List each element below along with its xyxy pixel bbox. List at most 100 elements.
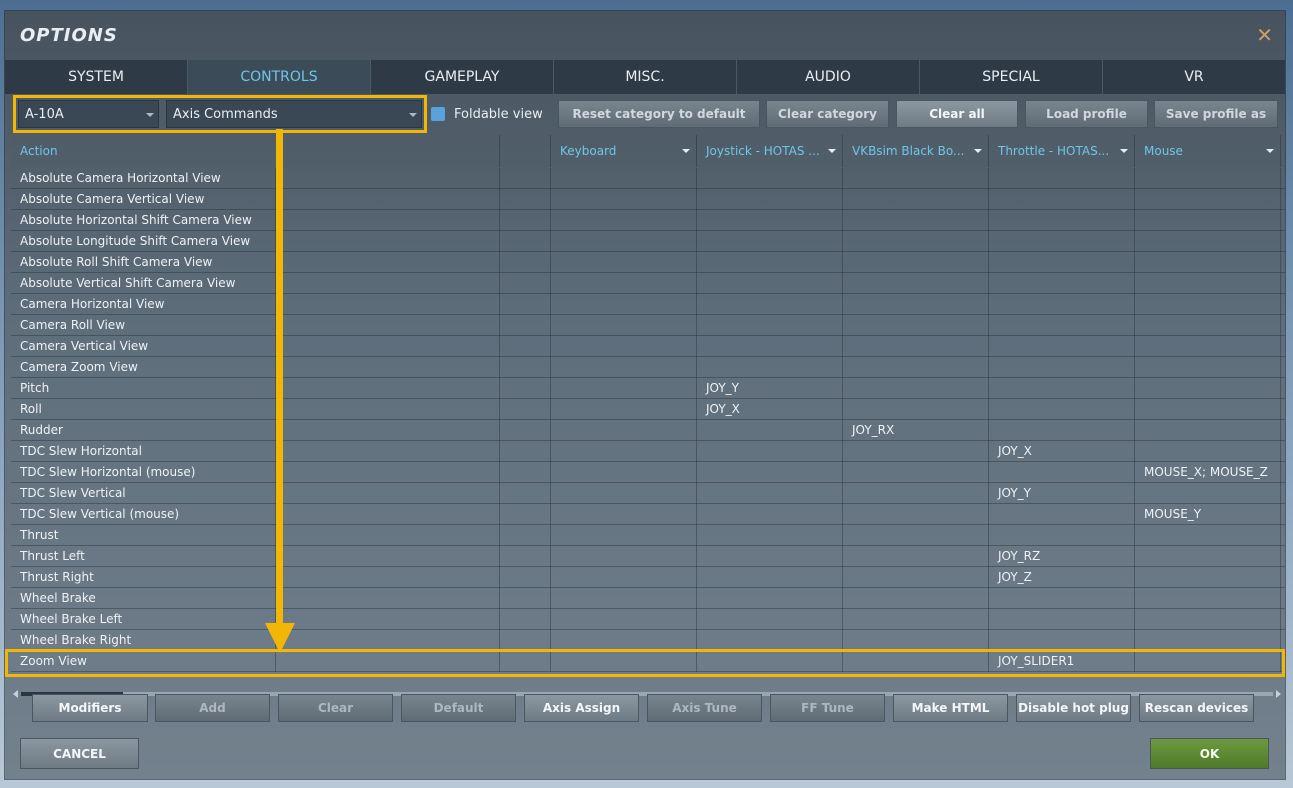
cell-mouse[interactable] [1135,441,1281,462]
cell-vkbsim[interactable] [843,252,989,273]
cell-throttle[interactable] [989,378,1135,399]
cell-joystick[interactable] [697,231,843,252]
cell-mouse[interactable] [1135,588,1281,609]
cell-blank[interactable] [500,378,551,399]
cell-keyboard[interactable] [551,567,697,588]
table-row[interactable]: Thrust [11,525,1285,546]
cell-blank[interactable] [500,462,551,483]
table-row[interactable]: TDC Slew Vertical JOY_Y [11,483,1285,504]
cell-blank[interactable] [500,336,551,357]
reset-category-button[interactable]: Reset category to default [558,100,760,128]
cell-action[interactable]: Absolute Horizontal Shift Camera View [11,210,276,231]
cell-vkbsim[interactable] [843,441,989,462]
cell-mouse[interactable] [1135,168,1281,189]
aircraft-select[interactable]: A-10A [18,100,159,128]
cell-keyboard[interactable] [551,525,697,546]
table-row[interactable]: Thrust Left JOY_RZ [11,546,1285,567]
cell-vkbsim[interactable] [843,168,989,189]
cell-blank[interactable] [500,231,551,252]
table-row[interactable]: Roll JOY_X [11,399,1285,420]
cell-mouse[interactable] [1135,399,1281,420]
table-row[interactable]: Absolute Roll Shift Camera View [11,252,1285,273]
cell-action[interactable]: Wheel Brake Left [11,609,276,630]
cell-action-spacer[interactable] [276,546,500,567]
cell-vkbsim[interactable] [843,525,989,546]
cell-throttle[interactable] [989,294,1135,315]
chevron-down-icon[interactable] [828,149,836,153]
cell-vkbsim[interactable] [843,567,989,588]
cell-vkbsim[interactable] [843,357,989,378]
make-html-button[interactable]: Make HTML [893,694,1008,722]
cell-action-spacer[interactable] [276,399,500,420]
ok-button[interactable]: OK [1150,738,1269,769]
cell-action[interactable]: Zoom View [11,651,276,672]
table-row[interactable]: Absolute Camera Vertical View [11,189,1285,210]
cell-action[interactable]: Thrust [11,525,276,546]
table-row[interactable]: Absolute Horizontal Shift Camera View [11,210,1285,231]
cell-joystick[interactable] [697,336,843,357]
cell-action-spacer[interactable] [276,168,500,189]
cell-vkbsim[interactable] [843,315,989,336]
cell-vkbsim[interactable] [843,210,989,231]
table-row[interactable]: Wheel Brake Right [11,630,1285,651]
cell-action-spacer[interactable] [276,525,500,546]
cell-mouse[interactable] [1135,315,1281,336]
cell-joystick[interactable] [697,651,843,672]
cell-joystick[interactable] [697,483,843,504]
cell-keyboard[interactable] [551,189,697,210]
cell-blank[interactable] [500,357,551,378]
table-row[interactable]: Camera Roll View [11,315,1285,336]
tab-vr[interactable]: VR [1103,60,1285,94]
cell-blank[interactable] [500,294,551,315]
cell-keyboard[interactable] [551,588,697,609]
rescan-devices-button[interactable]: Rescan devices [1139,694,1254,722]
cell-action[interactable]: Thrust Left [11,546,276,567]
cell-throttle[interactable] [989,210,1135,231]
cell-blank[interactable] [500,399,551,420]
cell-throttle[interactable] [989,630,1135,651]
add-button[interactable]: Add [155,694,270,722]
cell-keyboard[interactable] [551,168,697,189]
cell-throttle[interactable] [989,609,1135,630]
cell-vkbsim[interactable] [843,483,989,504]
cell-action-spacer[interactable] [276,210,500,231]
save-profile-button[interactable]: Save profile as [1154,100,1278,128]
header-vkbsim[interactable]: VKBsim Black Bo... [843,135,989,167]
tab-controls[interactable]: CONTROLS [188,60,371,94]
cell-joystick[interactable]: JOY_Y [697,378,843,399]
cell-joystick[interactable] [697,630,843,651]
cell-joystick[interactable] [697,504,843,525]
table-row[interactable]: TDC Slew Horizontal JOY_X [11,441,1285,462]
cell-throttle[interactable]: JOY_Z [989,567,1135,588]
tab-audio[interactable]: AUDIO [737,60,920,94]
cell-keyboard[interactable] [551,210,697,231]
cell-action-spacer[interactable] [276,420,500,441]
cell-throttle[interactable] [989,336,1135,357]
cell-action-spacer[interactable] [276,189,500,210]
cell-joystick[interactable] [697,189,843,210]
cell-mouse[interactable] [1135,231,1281,252]
cell-vkbsim[interactable] [843,588,989,609]
cell-action[interactable]: Camera Horizontal View [11,294,276,315]
axis-tune-button[interactable]: Axis Tune [647,694,762,722]
cell-blank[interactable] [500,441,551,462]
cell-action-spacer[interactable] [276,231,500,252]
table-row[interactable]: Absolute Longitude Shift Camera View [11,231,1285,252]
header-keyboard[interactable]: Keyboard [551,135,697,167]
cell-joystick[interactable] [697,525,843,546]
cell-mouse[interactable] [1135,273,1281,294]
cell-mouse[interactable] [1135,210,1281,231]
cell-keyboard[interactable] [551,252,697,273]
cell-blank[interactable] [500,483,551,504]
cell-vkbsim[interactable] [843,189,989,210]
cell-joystick[interactable] [697,273,843,294]
cell-throttle[interactable]: JOY_X [989,441,1135,462]
clear-all-button[interactable]: Clear all [896,100,1018,128]
tab-gameplay[interactable]: GAMEPLAY [371,60,554,94]
cell-joystick[interactable] [697,441,843,462]
cell-vkbsim[interactable] [843,294,989,315]
load-profile-button[interactable]: Load profile [1025,100,1148,128]
cell-action-spacer[interactable] [276,336,500,357]
cell-action[interactable]: Absolute Camera Horizontal View [11,168,276,189]
cell-throttle[interactable] [989,315,1135,336]
